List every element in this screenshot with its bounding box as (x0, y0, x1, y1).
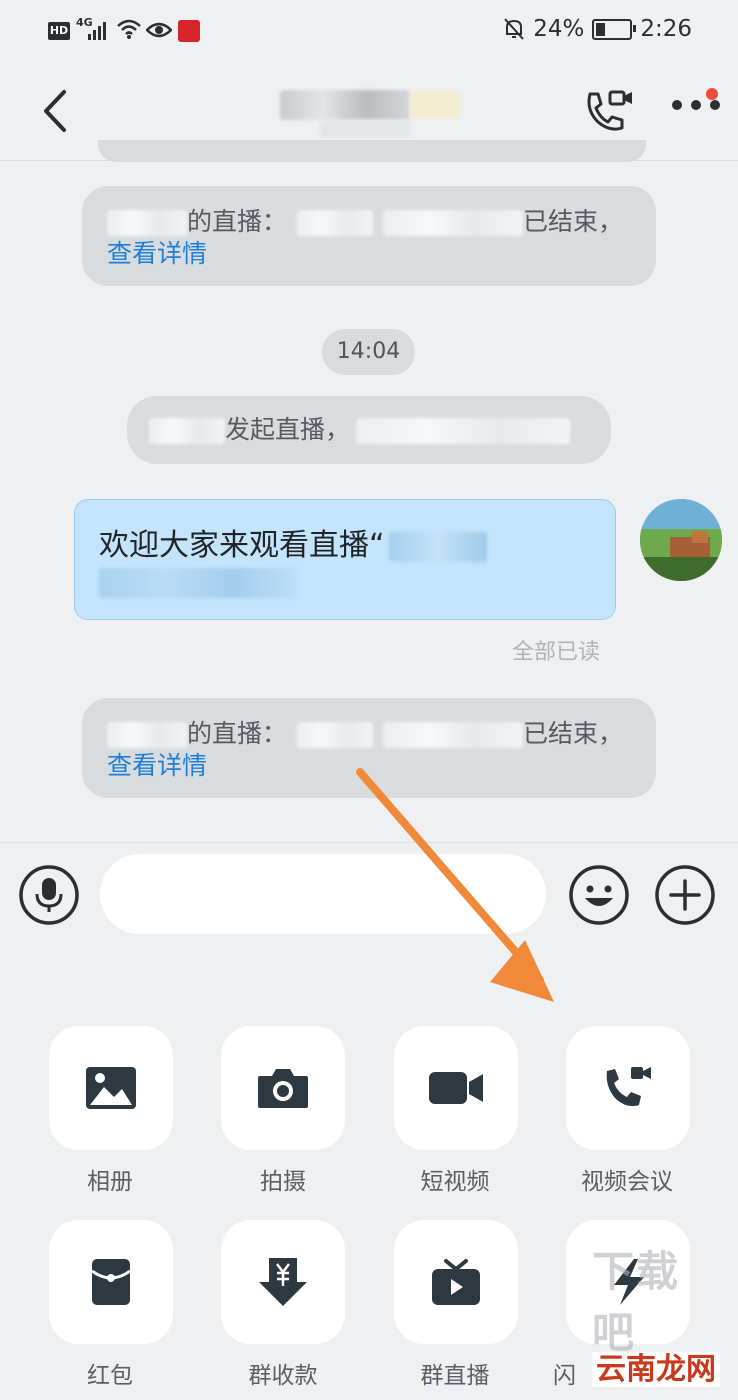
video-conference-button[interactable] (566, 1026, 690, 1150)
eye-icon (146, 22, 172, 38)
plus-icon[interactable] (654, 864, 716, 926)
annotation-arrow (356, 768, 554, 1002)
camera-label: 拍摄 (260, 1169, 306, 1195)
clock: 2:26 (640, 16, 692, 42)
chat-message-text-blurred (99, 568, 299, 598)
hd-badge: HD (48, 22, 70, 40)
chat-message-bubble[interactable]: 欢迎大家来观看直播“ (74, 499, 616, 620)
system-message-text: 的直播： (187, 207, 288, 236)
short-video-button[interactable] (394, 1026, 518, 1150)
timestamp: 14:04 (322, 329, 415, 375)
view-details-link[interactable]: 查看详情 (107, 238, 207, 270)
emoji-icon[interactable] (568, 864, 630, 926)
red-packet-icon (91, 1259, 131, 1305)
red-packet-label: 红包 (87, 1363, 133, 1389)
video-conference-label: 视频会议 (581, 1169, 673, 1195)
watermark-background-text: 下载吧 (592, 1247, 681, 1357)
signal-icon (88, 22, 110, 40)
video-conference-icon (606, 1067, 651, 1107)
video-icon (429, 1072, 483, 1104)
avatar-image (640, 499, 722, 581)
read-receipt: 全部已读 (512, 640, 601, 665)
group-live-label: 群直播 (420, 1363, 490, 1389)
camera-button[interactable] (221, 1026, 345, 1150)
view-details-link[interactable]: 查看详情 (107, 750, 207, 782)
unread-dot (706, 88, 718, 100)
group-collect-button[interactable] (221, 1220, 345, 1344)
system-message-text: 的直播： (187, 719, 288, 748)
short-video-label: 短视频 (420, 1169, 490, 1195)
album-icon (86, 1067, 136, 1109)
camera-icon (258, 1069, 308, 1108)
system-message-suffix: 已结束， (523, 719, 624, 748)
album-button[interactable] (49, 1026, 173, 1150)
system-message-suffix: 已结束， (523, 207, 624, 236)
system-message-text: 发起直播， (225, 415, 351, 444)
status-right: 24% 2:26 (503, 16, 692, 42)
group-live-button[interactable] (394, 1220, 518, 1344)
status-bar: HD 4G 24% 2:26 (0, 0, 738, 62)
battery-percent: 24% (533, 16, 585, 42)
back-arrow-icon[interactable] (36, 86, 76, 136)
app-notification-icon (178, 20, 200, 42)
avatar[interactable] (640, 499, 722, 581)
group-live-icon (432, 1259, 480, 1305)
battery-icon (592, 18, 637, 40)
microphone-icon[interactable] (18, 864, 80, 926)
chat-message-text: 欢迎大家来观看直播“ (99, 528, 385, 563)
video-call-icon[interactable] (580, 88, 636, 136)
system-message: 的直播： 已结束， 查看详情 (82, 186, 656, 286)
more-dots-icon[interactable] (670, 98, 724, 112)
mute-bell-icon (504, 18, 524, 40)
group-collect-label: 群收款 (248, 1363, 318, 1389)
system-message: 发起直播， (127, 396, 611, 464)
wifi-icon (117, 19, 141, 39)
watermark: 下载吧 云南龙网 (592, 1247, 720, 1388)
red-packet-button[interactable] (49, 1220, 173, 1344)
album-label: 相册 (87, 1169, 133, 1195)
chat-title (230, 80, 490, 144)
group-collect-icon (259, 1258, 307, 1306)
previous-message-edge (98, 140, 646, 162)
